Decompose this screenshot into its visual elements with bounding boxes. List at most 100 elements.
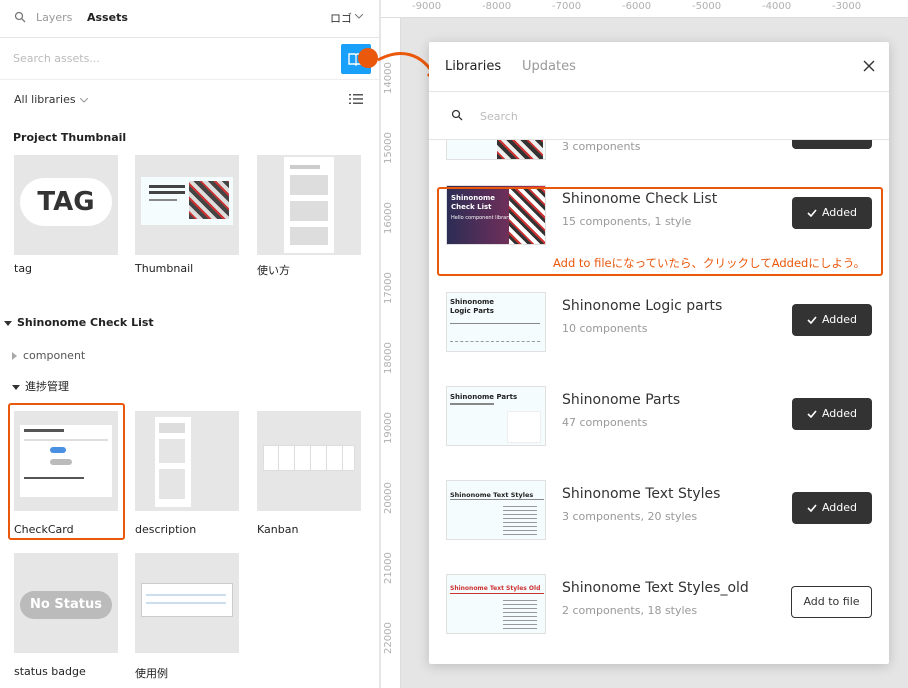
library-row[interactable]: Shinonome Text Styles Old Shinonome Text… [429,560,889,654]
file-name[interactable]: ロゴ [330,10,352,26]
caret-down-icon [12,384,20,390]
group-progress[interactable]: 進捗管理 [12,378,69,394]
thumbnail-preview [141,177,233,225]
search-input[interactable]: Search assets... [13,52,100,65]
checkcard-highlight [8,403,125,540]
ruler-tick: 16000 [383,202,394,234]
modal-header: Libraries Updates [429,42,889,92]
ruler-tick: 18000 [383,342,394,374]
added-button[interactable]: Added [792,492,872,524]
ruler-tick: 22000 [383,622,394,654]
library-row-partial: 3 components [429,140,889,164]
library-selector-label: All libraries [14,93,76,106]
chevron-down-icon [79,97,88,103]
ruler-tick: 17000 [383,272,394,304]
group-component[interactable]: component [12,349,85,362]
ruler-vertical: 14000 15000 16000 17000 18000 19000 2000… [381,18,401,688]
section-title: Project Thumbnail [13,131,127,144]
status-badge-preview: No Status [20,591,112,619]
thumb-title: Shinonome Logic Parts [450,298,495,315]
library-search-input[interactable]: Search [480,110,518,123]
library-selector[interactable]: All libraries [14,93,88,106]
caret-right-icon [12,352,17,360]
library-thumb: Shinonome Logic Parts [446,292,546,352]
close-icon[interactable] [862,59,876,73]
description-preview [155,417,191,507]
ruler-tick: 21000 [383,552,394,584]
list-view-icon[interactable] [349,93,363,105]
library-name: Shinonome Logic parts [562,298,723,314]
group-label: 進捗管理 [25,380,69,393]
button-label: Added [821,313,858,326]
ruler-tick: -4000 [762,1,792,12]
asset-label: description [135,523,197,536]
button-label: Added [821,501,858,514]
section-title: Shinonome Check List [17,316,154,329]
ruler-tick: 19000 [383,412,394,444]
check-icon [807,504,817,513]
search-icon[interactable] [14,11,26,23]
ruler-tick: -8000 [482,1,512,12]
thumb-title: Shinonome Text Styles Old [450,585,541,592]
library-row[interactable]: Shinonome Parts Shinonome Parts 47 compo… [429,372,889,466]
panel-header: Layers Assets ロゴ [0,0,379,38]
annotation-note: Add to fileになっていたら、クリックしてAddedにしよう。 [553,256,866,270]
added-button[interactable] [792,140,872,149]
library-meta: 10 components [562,322,648,335]
library-name: Shinonome Text Styles [562,486,721,502]
library-meta: 2 components, 18 styles [562,604,698,617]
asset-label: status badge [14,665,86,678]
check-icon [807,316,817,325]
ruler-tick: 20000 [383,482,394,514]
section-shinonome-check-list[interactable]: Shinonome Check List [4,316,154,329]
asset-thumb-status-badge[interactable]: No Status [14,553,118,653]
library-row[interactable]: Shinonome Logic Parts Shinonome Logic pa… [429,278,889,372]
example-preview [141,583,233,617]
assets-panel: Layers Assets ロゴ Search assets... All li… [0,0,380,688]
tab-libraries[interactable]: Libraries [445,59,501,74]
group-label: component [23,349,86,362]
library-name: Shinonome Parts [562,392,681,408]
library-thumb: Shinonome Text Styles [446,480,546,540]
libraries-modal: Libraries Updates Search 3 components Sh… [429,42,889,664]
asset-thumb-thumbnail[interactable] [135,155,239,255]
check-icon [807,410,817,419]
thumb-title: Shinonome Parts [450,393,518,401]
ruler-tick: -6000 [622,1,652,12]
asset-search-row: Search assets... [0,38,379,80]
tab-layers[interactable]: Layers [36,11,72,24]
ruler-tick: -3000 [832,1,862,12]
library-thumb: Shinonome Parts [446,386,546,446]
asset-label: Kanban [257,523,299,536]
library-row[interactable]: Shinonome Text Styles Shinonome Text Sty… [429,466,889,560]
modal-search-row: Search [429,92,889,140]
library-meta: 3 components [562,140,641,153]
added-button[interactable]: Added [792,304,872,336]
ruler-tick: 15000 [383,132,394,164]
asset-thumb-description[interactable] [135,411,239,511]
usage-preview [284,157,334,253]
asset-thumb-usage[interactable] [257,155,361,255]
tab-updates[interactable]: Updates [522,59,576,74]
ruler-tick: -5000 [692,1,722,12]
ruler-tick: -7000 [552,1,582,12]
button-label: Added [821,407,858,420]
library-meta: 47 components [562,416,648,429]
library-thumb [446,140,546,160]
thumb-title: Shinonome Text Styles [450,491,534,499]
kanban-preview [263,445,355,471]
added-button[interactable]: Added [792,398,872,430]
chevron-down-icon[interactable] [355,14,363,19]
ruler-tick: -9000 [412,1,442,12]
asset-thumb-example[interactable] [135,553,239,653]
asset-thumb-kanban[interactable] [257,411,361,511]
tab-assets[interactable]: Assets [87,11,128,24]
asset-label: 使用例 [135,667,168,680]
asset-thumb-tag[interactable]: TAG [14,155,118,255]
asset-label: Thumbnail [135,262,194,275]
ruler-horizontal: -9000 -8000 -7000 -6000 -5000 -4000 -300… [381,0,908,18]
add-to-file-button[interactable]: Add to file [791,586,872,618]
tag-badge: TAG [20,178,112,226]
library-name: Shinonome Text Styles_old [562,580,749,596]
caret-down-icon [4,320,12,326]
